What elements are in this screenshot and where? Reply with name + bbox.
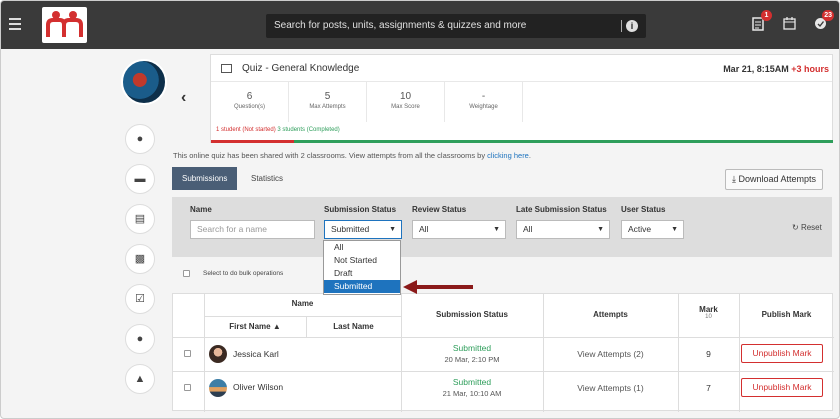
download-icon: ⤓ [732, 174, 736, 184]
bar-chart-icon[interactable]: ▩ [125, 244, 155, 274]
mark-value: 7 [706, 383, 711, 393]
view-attempts-link[interactable]: View Attempts (1) [543, 383, 678, 393]
stat-max-score: 10 Max Score [367, 82, 445, 122]
student-name: Oliver Wilson [233, 382, 284, 392]
progress-bar-not-started [211, 140, 294, 143]
option-all[interactable]: All [324, 241, 400, 254]
quiz-stats: 6 Question(s) 5 Max Attempts 10 Max Score -… [211, 82, 832, 122]
late-submission-select[interactable]: All ▼ [516, 220, 610, 239]
filter-panel: Name Search for a name Submission Status… [172, 197, 832, 257]
search-placeholder: Search for posts, units, assignments & q… [274, 20, 527, 31]
refresh-icon: ↻ [792, 223, 799, 232]
divider [621, 20, 622, 32]
back-chevron-icon[interactable]: ‹ [181, 89, 186, 107]
menu-icon[interactable] [9, 18, 21, 30]
review-status-label: Review Status [412, 205, 467, 214]
name-filter-label: Name [190, 205, 212, 214]
unpublish-mark-button[interactable]: Unpublish Mark [741, 344, 823, 363]
notifications-badge: 1 [761, 10, 772, 21]
user-status-label: User Status [621, 205, 666, 214]
name-search-input[interactable]: Search for a name [190, 220, 315, 239]
submission-status-header: Submission Status [435, 310, 508, 319]
tab-statistics[interactable]: Statistics [241, 167, 293, 190]
timezone-offset: +3 hours [791, 64, 829, 74]
completed-count[interactable]: 3 students (Completed) [277, 127, 339, 133]
submission-status: Submitted [452, 377, 492, 387]
stat-max-attempts: 5 Max Attempts [289, 82, 367, 122]
quiz-icon [221, 63, 232, 73]
submissions-table: Name First Name ▲ Last Name Submission S… [172, 293, 834, 412]
submission-status: Submitted [452, 343, 492, 353]
global-search-input[interactable]: Search for posts, units, assignments & q… [266, 14, 646, 38]
unpublish-mark-button[interactable]: Unpublish Mark [741, 378, 823, 397]
quiz-date: Mar 21, 8:15AM +3 hours [723, 64, 829, 74]
publish-mark-header: Publish Mark [761, 310, 812, 319]
row-checkbox[interactable] [184, 350, 191, 357]
row-checkbox[interactable] [184, 384, 191, 391]
name-column-header: Name [291, 299, 314, 308]
option-not-started[interactable]: Not Started [324, 254, 400, 267]
stat-weightage: - Weightage [445, 82, 523, 122]
mark-value: 9 [706, 349, 711, 359]
chevron-down-icon: ▼ [597, 226, 604, 233]
bulk-select-checkbox[interactable] [183, 270, 190, 277]
quiz-summary-card: Quiz - General Knowledge Mar 21, 8:15AM … [210, 54, 833, 143]
chevron-down-icon: ▼ [671, 226, 678, 233]
review-status-select[interactable]: All ▼ [412, 220, 506, 239]
late-submission-label: Late Submission Status [516, 205, 607, 214]
clicking-here-link[interactable]: clicking here [487, 151, 529, 160]
student-name: Jessica Karl [233, 349, 279, 359]
option-submitted[interactable]: Submitted [324, 280, 400, 293]
submission-date: 20 Mar, 2:10 PM [444, 355, 500, 364]
app-window: Search for posts, units, assignments & q… [0, 0, 840, 419]
classroom-avatar[interactable] [121, 59, 167, 105]
sort-up-icon: ▲ [272, 322, 281, 331]
not-started-count[interactable]: 1 student (Not started) [216, 127, 276, 133]
download-attempts-button[interactable]: ⤓ Download Attempts [725, 169, 824, 190]
id-card-icon[interactable]: ▤ [125, 204, 155, 234]
chevron-down-icon: ▼ [493, 226, 500, 233]
tab-submissions[interactable]: Submissions [172, 167, 238, 190]
last-name-header[interactable]: Last Name [306, 322, 401, 331]
view-attempts-link[interactable]: View Attempts (2) [543, 349, 678, 359]
attempts-header: Attempts [593, 310, 628, 319]
calendar-icon[interactable] [782, 17, 796, 33]
chevron-down-icon: ▼ [389, 226, 396, 233]
notifications-icon[interactable]: 1 [751, 10, 772, 33]
info-icon[interactable]: i [626, 20, 638, 32]
stat-questions: 6 Question(s) [211, 82, 289, 122]
option-draft[interactable]: Draft [324, 267, 400, 280]
quiz-title: Quiz - General Knowledge [242, 62, 360, 74]
top-navigation-bar: Search for posts, units, assignments & q… [1, 1, 839, 49]
checkbox-icon[interactable]: ☑ [125, 284, 155, 314]
first-name-header[interactable]: First Name ▲ [204, 322, 306, 331]
user-status-select[interactable]: Active ▼ [621, 220, 684, 239]
progress-summary: 1 student (Not started) 3 students (Comp… [216, 127, 340, 133]
alerts-icon[interactable]: 23 [813, 10, 834, 33]
submission-date: 21 Mar, 10:10 AM [442, 389, 502, 398]
avatar [209, 379, 227, 397]
submission-status-options: All Not Started Draft Submitted [323, 240, 401, 295]
trophy-icon[interactable]: ▲ [125, 364, 155, 394]
comments-icon[interactable]: ● [125, 124, 155, 154]
bulk-operations: Select to do bulk operations [183, 270, 283, 277]
folder-icon[interactable]: ▬ [125, 164, 155, 194]
mark-header: Mark 10 [699, 305, 718, 320]
submission-status-select[interactable]: Submitted ▼ [324, 220, 402, 239]
annotation-arrow [403, 280, 473, 294]
progress-bar-completed [294, 140, 833, 143]
avatar [209, 345, 227, 363]
user-icon[interactable]: ● [125, 324, 155, 354]
alerts-badge: 23 [822, 10, 834, 21]
app-logo[interactable] [42, 7, 87, 43]
shared-note: This online quiz has been shared with 2 … [173, 151, 531, 160]
submission-status-label: Submission Status [324, 205, 397, 214]
reset-button[interactable]: ↻ Reset [792, 223, 822, 232]
